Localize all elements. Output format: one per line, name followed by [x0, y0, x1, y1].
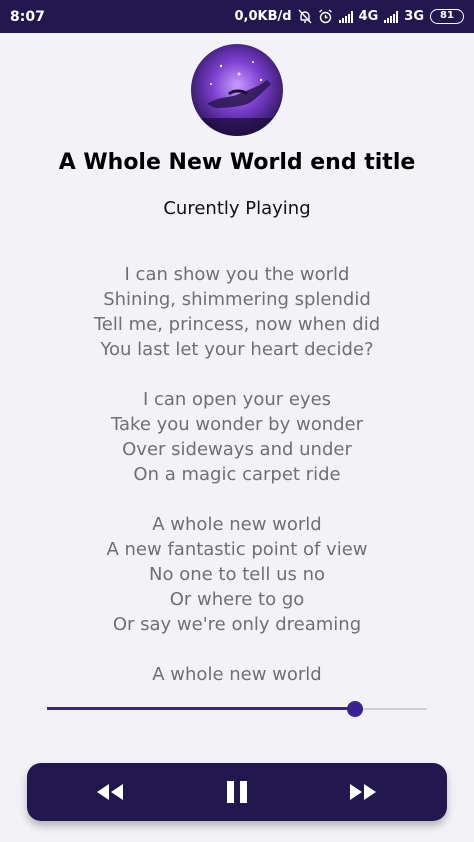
signal-icon: [338, 10, 353, 23]
notifications-off-icon: [298, 9, 312, 24]
status-icons: 0,0KB/d 4G 3G 81: [234, 9, 464, 24]
pause-icon: [227, 781, 247, 803]
lyric-line: I can open your eyes: [142, 389, 332, 410]
lyric-line: On a magic carpet ride: [133, 464, 341, 485]
stanza-gap: [0, 487, 474, 512]
network-type-1: 4G: [358, 9, 379, 24]
lyric-line: Or where to go: [169, 589, 305, 610]
status-bar: 8:07 0,0KB/d 4G 3G 81: [0, 0, 474, 33]
lyric-line: A new fantastic point of view: [106, 539, 368, 560]
lyric-line: Over sideways and under: [122, 439, 352, 460]
lyric-line: Or say we're only dreaming: [112, 614, 362, 635]
lyric-line: Take you wonder by wonder: [110, 414, 364, 435]
lyric-line: A whole new world: [152, 664, 322, 685]
lyric-line: Tell me, princess, now when did: [93, 314, 381, 335]
battery-icon: 81: [430, 9, 464, 24]
pause-button[interactable]: [217, 774, 257, 810]
status-time: 8:07: [10, 8, 45, 25]
seek-progress: [47, 707, 355, 710]
stanza-gap: [0, 637, 474, 662]
lyrics-panel: I can show you the world Shining, shimme…: [0, 262, 474, 687]
network-type-2: 3G: [404, 9, 424, 24]
seek-thumb[interactable]: [346, 701, 363, 717]
now-playing-label: Curently Playing: [163, 198, 311, 219]
fast-forward-button[interactable]: [343, 774, 383, 810]
lyric-line: Shining, shimmering splendid: [103, 289, 371, 310]
alarm-icon: [318, 9, 333, 24]
lyric-line: No one to tell us no: [149, 564, 325, 585]
lyric-line: A whole new world: [152, 514, 322, 535]
stanza-gap: [0, 362, 474, 387]
magic-lamp-art: [191, 44, 283, 136]
song-title: A Whole New World end title: [58, 150, 416, 175]
seek-bar[interactable]: [47, 700, 427, 718]
fast-forward-icon: [350, 784, 376, 800]
lyric-line: I can show you the world: [124, 264, 350, 285]
rewind-icon: [97, 784, 123, 800]
data-rate: 0,0KB/d: [234, 9, 292, 24]
album-art: [191, 44, 283, 136]
playback-controls: [27, 763, 447, 821]
signal-icon: [384, 10, 399, 23]
rewind-button[interactable]: [90, 774, 130, 810]
lyric-line: You last let your heart decide?: [100, 339, 374, 360]
